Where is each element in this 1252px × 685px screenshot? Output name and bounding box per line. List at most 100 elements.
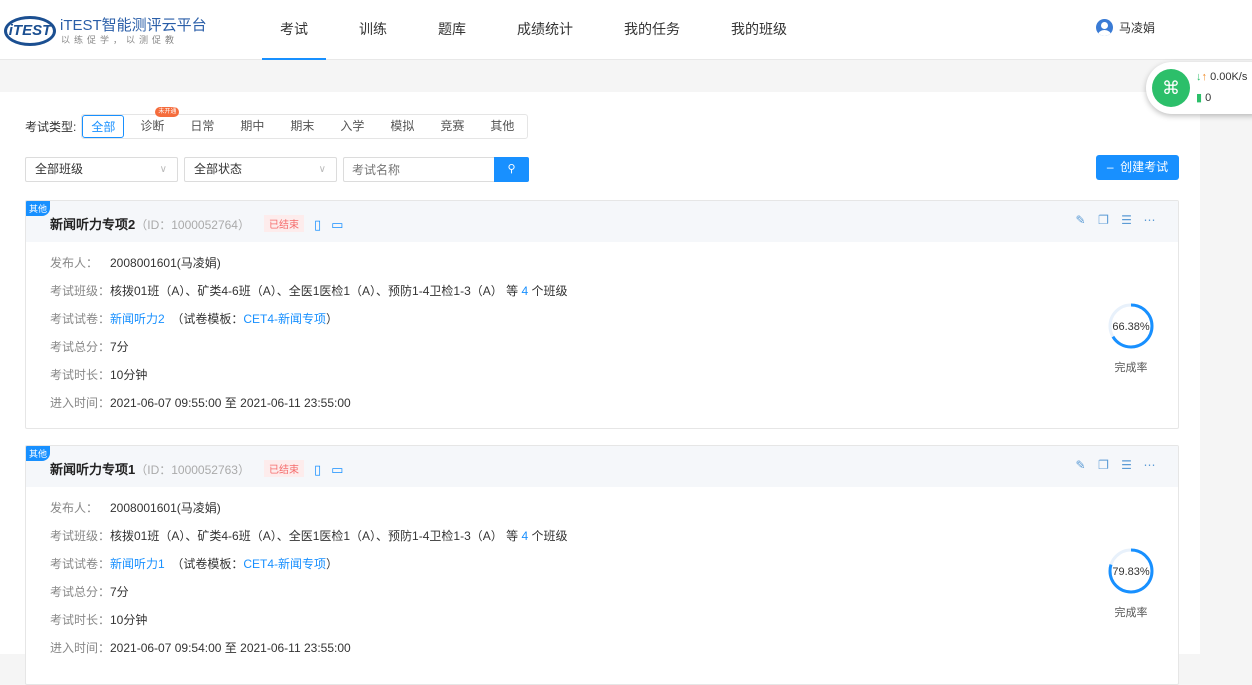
publisher-value: 2008001601(马凌娟) xyxy=(110,256,221,270)
more-icon[interactable]: ⋯ xyxy=(1143,213,1156,227)
paper-row: 考试试卷： 新闻听力2 （试卷模板：CET4-新闻专项） xyxy=(50,312,1178,340)
duration-row: 考试时长： 10分钟 xyxy=(50,613,1178,641)
paper-row: 考试试卷： 新闻听力1 （试卷模板：CET4-新闻专项） xyxy=(50,557,1178,585)
type-all[interactable]: 全部 xyxy=(82,115,125,138)
not-enabled-badge: 未开通 xyxy=(155,107,180,117)
edit-icon[interactable]: ✎ xyxy=(1074,458,1087,472)
duration-value: 10分钟 xyxy=(110,368,148,382)
exam-type-label: 考试类型: xyxy=(25,120,77,134)
exam-title[interactable]: 新闻听力专项1 xyxy=(50,462,135,477)
template-prefix: （试卷模板： xyxy=(171,557,244,571)
end-time: 2021-06-11 23:55:00 xyxy=(240,641,351,655)
classes-value: 核拨01班（A）、矿类4-6班（A）、全医1医检1（A）、预防1-4卫检1-3（… xyxy=(110,529,503,543)
start-time: 2021-06-07 09:54:00 xyxy=(110,641,222,655)
paper-link[interactable]: 新闻听力1 xyxy=(110,557,165,571)
duration-label: 考试时长： xyxy=(50,613,111,627)
type-contest[interactable]: 竞赛 xyxy=(427,115,477,138)
list-icon[interactable]: ☰ xyxy=(1120,213,1133,227)
exam-type-tag: 其他 xyxy=(26,201,51,216)
template-link[interactable]: CET4-新闻专项 xyxy=(243,312,326,326)
completion-ring: 79.83% 完成率 xyxy=(1106,546,1156,620)
classes-unit: 个班级 xyxy=(531,284,568,298)
nav-question-bank[interactable]: 题库 xyxy=(420,0,484,60)
type-daily[interactable]: 日常 xyxy=(177,115,227,138)
completion-value: 66.38% xyxy=(1112,321,1150,333)
logo-mark: iTEST xyxy=(4,16,56,46)
nav-exam[interactable]: 考试 xyxy=(262,0,326,60)
exam-id: （ID：1000052764） xyxy=(135,218,250,232)
more-icon[interactable]: ⋯ xyxy=(1143,458,1156,472)
status-select[interactable]: 全部状态 ∨ xyxy=(184,157,337,182)
type-diagnosis-label: 诊断 xyxy=(140,119,165,133)
mobile-icon: ▯ xyxy=(313,217,322,232)
score-label: 考试总分： xyxy=(50,585,111,599)
nav-statistics[interactable]: 成绩统计 xyxy=(499,0,591,60)
type-entrance[interactable]: 入学 xyxy=(327,115,377,138)
search-icon: ⚲ xyxy=(507,163,516,175)
completion-ring: 66.38% 完成率 xyxy=(1106,301,1156,375)
logo[interactable]: iTEST iTEST智能测评云平台 以练促学，以测促教 xyxy=(4,12,207,48)
type-midterm[interactable]: 期中 xyxy=(227,115,277,138)
upload-arrow-icon: ↑ xyxy=(1201,71,1208,83)
duration-value: 10分钟 xyxy=(110,613,148,627)
paper-link[interactable]: 新闻听力2 xyxy=(110,312,165,326)
template-suffix: ） xyxy=(326,312,339,326)
classes-etc: 等 xyxy=(506,284,519,298)
exam-title[interactable]: 新闻听力专项2 xyxy=(50,217,135,232)
end-time: 2021-06-11 23:55:00 xyxy=(240,396,351,410)
classes-label: 考试班级： xyxy=(50,529,111,543)
score-row: 考试总分： 7分 xyxy=(50,340,1178,368)
time-to: 至 xyxy=(224,641,237,655)
class-count-link[interactable]: 4 xyxy=(521,284,528,298)
completion-label: 完成率 xyxy=(1114,362,1148,374)
exam-card: 其他 新闻听力专项2（ID：1000052764） 已结束 ▯ ▭ ✎ ❐ ☰ ⋯ 发布人：… xyxy=(25,200,1179,429)
exam-card: 其他 新闻听力专项1（ID：1000052763） 已结束 ▯ ▭ ✎ ❐ ☰ ⋯ 发布人：… xyxy=(25,445,1179,685)
publisher-row: 发布人： 2008001601(马凌娟) xyxy=(50,256,1178,284)
publisher-label: 发布人： xyxy=(50,501,99,515)
logo-title: iTEST智能测评云平台 xyxy=(60,17,207,34)
nav-my-classes[interactable]: 我的班级 xyxy=(713,0,805,60)
paper-label: 考试试卷： xyxy=(50,557,111,571)
network-count: 0 xyxy=(1205,92,1212,104)
type-other[interactable]: 其他 xyxy=(477,115,527,138)
classes-unit: 个班级 xyxy=(531,529,568,543)
template-prefix: （试卷模板： xyxy=(171,312,244,326)
class-count-link[interactable]: 4 xyxy=(521,529,528,543)
class-select-value: 全部班级 xyxy=(35,162,84,176)
class-select[interactable]: 全部班级 ∨ xyxy=(25,157,178,182)
exam-name-search-input[interactable] xyxy=(343,157,495,182)
status-badge: 已结束 xyxy=(263,215,304,232)
logo-slogan: 以练促学，以测促教 xyxy=(61,35,179,45)
type-diagnosis[interactable]: 诊断 未开通 xyxy=(127,107,180,138)
template-link[interactable]: CET4-新闻专项 xyxy=(243,557,326,571)
network-monitor-widget[interactable]: ⌘ ↓↑ 0.00K/s ▮ 0 xyxy=(1146,62,1252,114)
exam-type-tag: 其他 xyxy=(26,446,51,461)
mobile-icon: ▯ xyxy=(313,462,322,477)
create-exam-label: 创建考试 xyxy=(1120,160,1169,174)
exam-card-header: 其他 新闻听力专项2（ID：1000052764） 已结束 ▯ ▭ ✎ ❐ ☰ ⋯ xyxy=(26,201,1178,242)
edit-icon[interactable]: ✎ xyxy=(1074,213,1087,227)
wifi-icon: ⌘ xyxy=(1152,69,1190,107)
publisher-value: 2008001601(马凌娟) xyxy=(110,501,221,515)
user-menu[interactable]: 马凌娟 xyxy=(1096,19,1155,36)
create-exam-button[interactable]: – 创建考试 xyxy=(1096,155,1179,180)
exam-type-filter: 考试类型: 全部 诊断 未开通 日常 期中 期末 入学 模拟 竞赛 其他 xyxy=(25,107,529,139)
classes-value: 核拨01班（A）、矿类4-6班（A）、全医1医检1（A）、预防1-4卫检1-3（… xyxy=(110,284,503,298)
list-icon[interactable]: ☰ xyxy=(1120,458,1133,472)
classes-row: 考试班级： 核拨01班（A）、矿类4-6班（A）、全医1医检1（A）、预防1-4卫… xyxy=(50,529,1178,557)
nav-training[interactable]: 训练 xyxy=(341,0,405,60)
completion-label: 完成率 xyxy=(1114,607,1148,619)
copy-icon[interactable]: ❐ xyxy=(1097,458,1110,472)
battery-icon: ▮ xyxy=(1196,92,1203,104)
nav-my-tasks[interactable]: 我的任务 xyxy=(606,0,698,60)
template-suffix: ） xyxy=(326,557,339,571)
publisher-row: 发布人： 2008001601(马凌娟) xyxy=(50,501,1178,529)
time-row: 进入时间： 2021-06-07 09:55:00 至 2021-06-11 23… xyxy=(50,396,1178,424)
search-button[interactable]: ⚲ xyxy=(494,157,529,182)
user-name: 马凌娟 xyxy=(1119,21,1156,35)
time-label: 进入时间： xyxy=(50,396,111,410)
type-final[interactable]: 期末 xyxy=(277,115,327,138)
type-mock[interactable]: 模拟 xyxy=(377,115,427,138)
copy-icon[interactable]: ❐ xyxy=(1097,213,1110,227)
paper-label: 考试试卷： xyxy=(50,312,111,326)
